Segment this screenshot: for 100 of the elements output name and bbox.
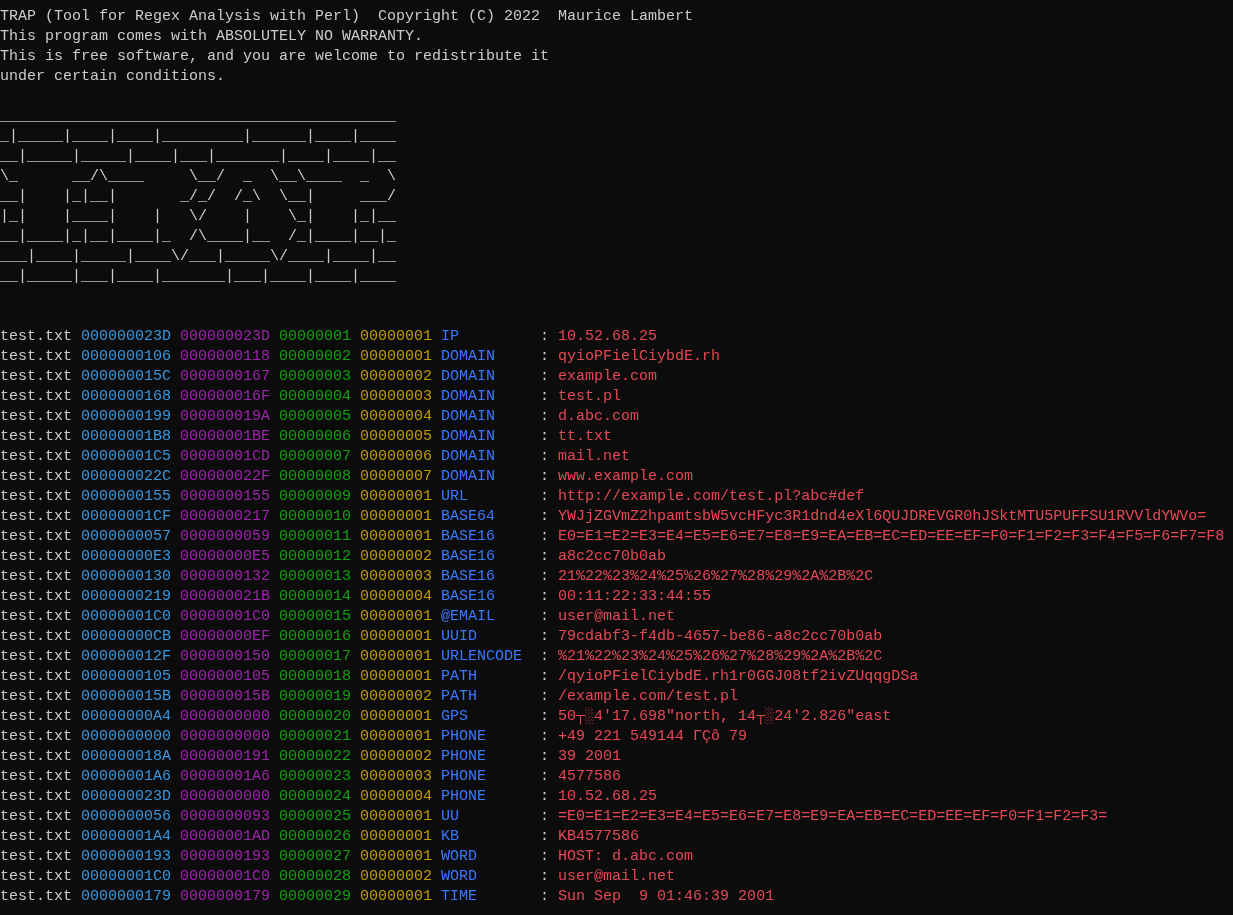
match-type-cell-text: DOMAIN [441, 427, 497, 447]
separator-text: : [540, 487, 550, 507]
type-index-cell: 00000007 [360, 467, 433, 487]
match-number-cell: 00000006 [279, 427, 352, 447]
end-offset-cell: 000000022F [180, 467, 271, 487]
match-value-cell: 79cdabf3-f4db-4657-be86-a8c2cc70b0ab [558, 627, 883, 647]
match-number-cell: 00000004 [279, 387, 352, 407]
start-offset-cell: 0000000179 [81, 887, 172, 907]
match-value-cell: YWJjZGVmZ2hpamtsbW5vcHFyc3R1dnd4eXl6QUJDREVGR0hJSktMTU5PUFFSU1RVVldYWVo= [558, 507, 1207, 527]
file-name-cell: test.txt [0, 847, 72, 867]
separator-text: : [540, 587, 550, 607]
match-number-cell: 00000011 [279, 527, 352, 547]
end-offset-cell: 0000000179 [180, 887, 271, 907]
start-offset-cell: 000000022C [81, 467, 172, 487]
match-value-cell: E0=E1=E2=E3=E4=E5=E6=E7=E8=E9=EA=EB=EC=ED=EE=EF=F0=F1=F2=F3=F4=F5=F6=F7=F8 [558, 527, 1225, 547]
match-number-cell: 00000026 [279, 827, 352, 847]
match-type-cell-text: WORD [441, 847, 479, 867]
match-value-cell: example.com [558, 367, 658, 387]
type-index-cell: 00000001 [360, 727, 433, 747]
end-offset-cell: 0000000155 [180, 487, 271, 507]
file-name-cell: test.txt [0, 627, 72, 647]
match-value-cell: 39 2001 [558, 747, 622, 767]
type-index-cell: 00000002 [360, 547, 433, 567]
separator-text: : [540, 687, 550, 707]
separator-text: : [540, 347, 550, 367]
match-value-cell: HOST: d.abc.com [558, 847, 694, 867]
file-name-cell: test.txt [0, 567, 72, 587]
match-type-cell-text: URLENCODE [441, 647, 524, 667]
match-type-cell-text: WORD [441, 867, 479, 887]
match-value-cell: 4577586 [558, 767, 622, 787]
match-type-cell-text: BASE16 [441, 527, 497, 547]
end-offset-cell: 0000000167 [180, 367, 271, 387]
match-number-cell: 00000021 [279, 727, 352, 747]
match-type-cell-text: PHONE [441, 767, 488, 787]
match-type-cell-text: GPS [441, 707, 470, 727]
match-number-cell: 00000027 [279, 847, 352, 867]
separator-text: : [540, 747, 550, 767]
type-index-cell: 00000002 [360, 747, 433, 767]
type-index-cell: 00000004 [360, 587, 433, 607]
end-offset-cell: 0000000118 [180, 347, 271, 367]
match-type-cell-text: BASE16 [441, 587, 497, 607]
separator-text: : [540, 607, 550, 627]
start-offset-cell: 00000001C5 [81, 447, 172, 467]
separator-text: : [540, 327, 550, 347]
match-type-cell-text: BASE64 [441, 507, 497, 527]
match-type-cell-text: KB [441, 827, 461, 847]
match-value-cell: user@mail.net [558, 607, 676, 627]
start-offset-cell: 00000001C0 [81, 867, 172, 887]
file-name-cell: test.txt [0, 607, 72, 627]
match-value-cell: mail.net [558, 447, 631, 467]
match-number-cell: 00000002 [279, 347, 352, 367]
file-name-cell: test.txt [0, 487, 72, 507]
match-type-cell-text: URL [441, 487, 470, 507]
end-offset-cell: 00000001AD [180, 827, 271, 847]
separator-text: : [540, 567, 550, 587]
match-number-cell: 00000018 [279, 667, 352, 687]
start-offset-cell: 0000000105 [81, 667, 172, 687]
separator-text: : [540, 787, 550, 807]
match-number-cell: 00000014 [279, 587, 352, 607]
file-name-cell: test.txt [0, 707, 72, 727]
match-type-cell-text: DOMAIN [441, 467, 497, 487]
end-offset-cell: 0000000193 [180, 847, 271, 867]
start-offset-cell: 0000000155 [81, 487, 172, 507]
end-offset-cell: 0000000217 [180, 507, 271, 527]
match-number-cell: 00000012 [279, 547, 352, 567]
file-name-cell: test.txt [0, 407, 72, 427]
match-type-cell-text: DOMAIN [441, 367, 497, 387]
start-offset-cell: 0000000057 [81, 527, 172, 547]
end-offset-cell: 0000000132 [180, 567, 271, 587]
file-name-cell: test.txt [0, 347, 72, 367]
type-index-cell: 00000001 [360, 667, 433, 687]
type-index-cell: 00000001 [360, 487, 433, 507]
match-number-cell: 00000009 [279, 487, 352, 507]
match-value-cell: 50┬░4'17.698"north, 14┬░24'2.826"east [558, 707, 892, 727]
file-name-cell: test.txt [0, 767, 72, 787]
type-index-cell: 00000003 [360, 567, 433, 587]
end-offset-cell: 0000000105 [180, 667, 271, 687]
type-index-cell: 00000003 [360, 767, 433, 787]
ascii-art-logo: ____________________________________________ _|_____|____|____|_________|______|____|____ __|_____|_____|____|___|_______|____|____|__ \_ __/\____ \__/ _ \__\____ _ \ __| |_|__| _/_/ /_\ \__| ___/ |_| |____| | \/ | \_| |_|__ __|____|_|__|____|_ /\____|__ /_|____|__|_ ___|____|_____|____\/___|_____\/____|____|__ __|_____|___|____|_______|___|____|____|____ [0, 107, 397, 287]
type-index-cell: 00000001 [360, 647, 433, 667]
end-offset-cell: 0000000093 [180, 807, 271, 827]
start-offset-cell: 00000001A4 [81, 827, 172, 847]
file-name-cell: test.txt [0, 827, 72, 847]
end-offset-cell: 00000001CD [180, 447, 271, 467]
end-offset-cell: 000000016F [180, 387, 271, 407]
banner-text: under certain conditions. [0, 67, 226, 87]
separator-text: : [540, 707, 550, 727]
separator-text: : [540, 727, 550, 747]
end-offset-cell: 000000021B [180, 587, 271, 607]
separator-text: : [540, 527, 550, 547]
separator-text: : [540, 807, 550, 827]
end-offset-cell: 0000000150 [180, 647, 271, 667]
start-offset-cell: 00000001CF [81, 507, 172, 527]
match-type-cell-text: BASE16 [441, 547, 497, 567]
match-value-cell: a8c2cc70b0ab [558, 547, 667, 567]
separator-text: : [540, 847, 550, 867]
match-value-cell: qyioPFielCiybdE.rh [558, 347, 721, 367]
end-offset-cell: 0000000000 [180, 787, 271, 807]
end-offset-cell: 00000001A6 [180, 767, 271, 787]
file-name-cell: test.txt [0, 667, 72, 687]
